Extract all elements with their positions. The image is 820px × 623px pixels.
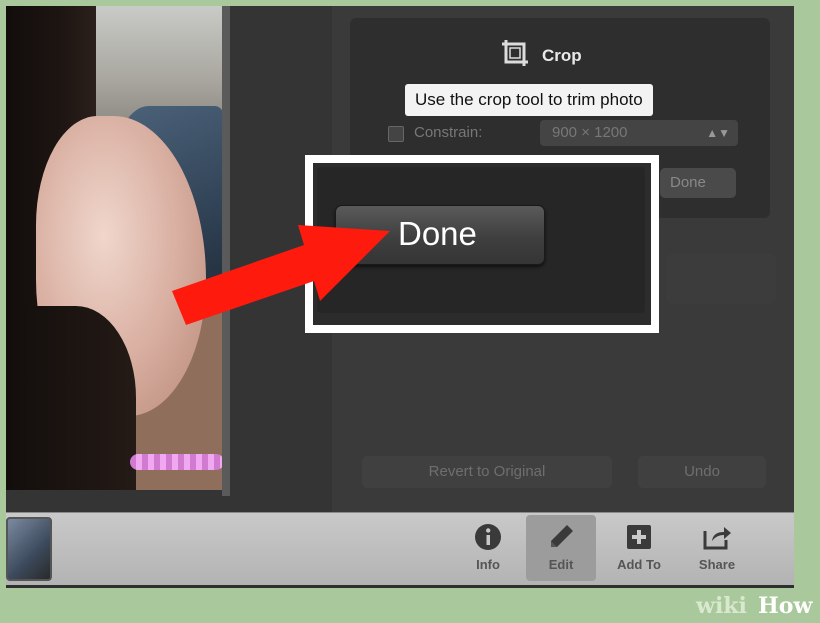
photo-hair-lower (16, 306, 136, 490)
constrain-size-value: 900 × 1200 (552, 124, 628, 141)
constrain-size-select[interactable]: 900 × 1200 ▲▼ (540, 120, 738, 146)
photo-thumbnail[interactable] (6, 517, 52, 581)
constrain-row: Constrain: 900 × 1200 ▲▼ (388, 118, 748, 148)
toolbar-edit-label: Edit (548, 557, 574, 572)
adjust-section[interactable] (666, 254, 776, 304)
watermark-how: How (758, 593, 813, 619)
info-icon (475, 524, 501, 550)
undo-button[interactable]: Undo (638, 456, 766, 488)
constrain-checkbox[interactable] (388, 126, 404, 142)
crop-done-button[interactable]: Done (660, 168, 736, 198)
wikihow-watermark: wiki How (676, 590, 820, 623)
toolbar-add-to-label: Add To (617, 557, 661, 572)
photo-bracelet (130, 454, 222, 470)
toolbar-info-button[interactable]: Info (453, 515, 523, 581)
toolbar-add-to-button[interactable]: Add To (604, 515, 674, 581)
select-arrows-icon: ▲▼ (706, 126, 730, 140)
constrain-label: Constrain: (414, 124, 483, 141)
watermark-wiki: wiki (696, 593, 747, 619)
crop-title: Crop (542, 46, 582, 65)
plus-square-icon (627, 525, 651, 549)
red-arrow-icon (172, 225, 390, 325)
share-icon (703, 527, 731, 550)
tutorial-screenshot: Crop Use the crop tool to trim photo Con… (0, 0, 820, 623)
revert-to-original-button[interactable]: Revert to Original (362, 456, 612, 488)
crop-icon[interactable] (500, 38, 532, 70)
pencil-icon (551, 525, 573, 547)
crop-tooltip: Use the crop tool to trim photo (405, 84, 653, 116)
toolbar-share-label: Share (698, 557, 736, 572)
toolbar-edit-button[interactable]: Edit (526, 515, 596, 581)
bottom-toolbar: Info Edit Add To Share (6, 512, 794, 585)
toolbar-share-button[interactable]: Share (682, 515, 752, 581)
toolbar-info-label: Info (476, 557, 500, 572)
